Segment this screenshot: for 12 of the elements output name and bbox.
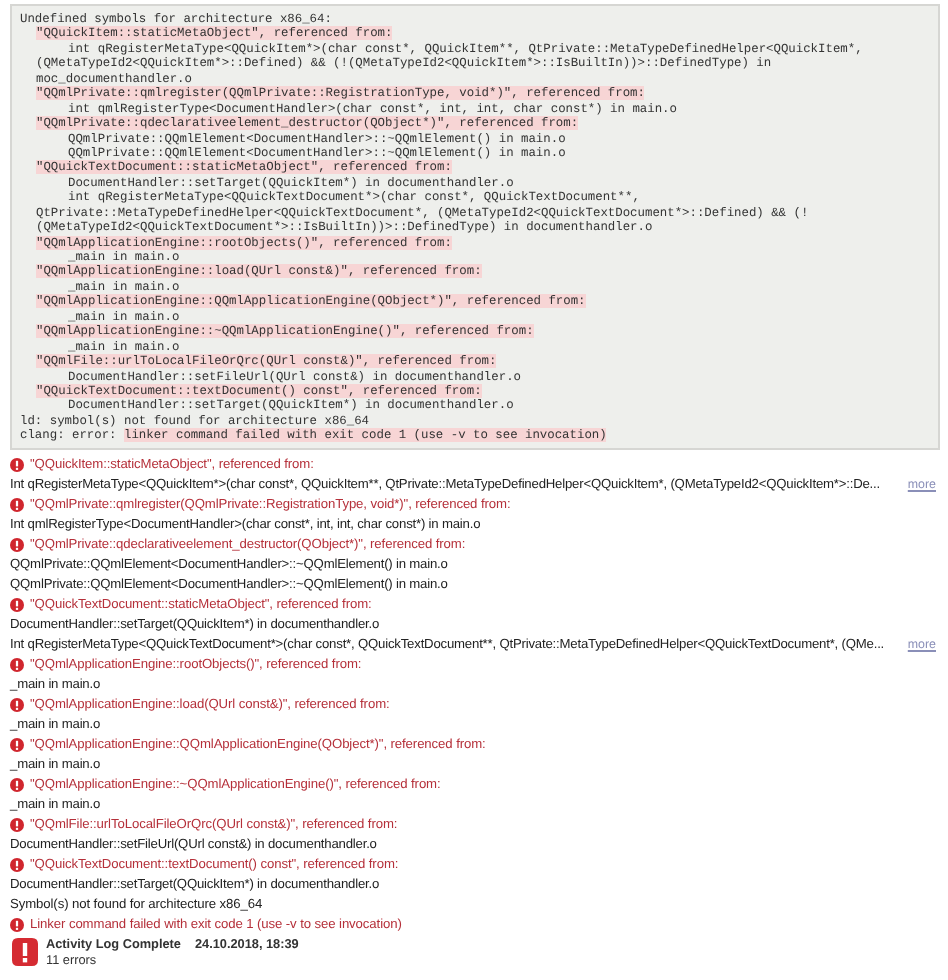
error-icon (10, 918, 24, 933)
error-icon (10, 738, 24, 753)
error-icon (10, 498, 24, 513)
error-icon (10, 698, 24, 713)
error-icon (10, 778, 24, 793)
error-icon (12, 937, 38, 972)
error-icon (10, 458, 24, 473)
error-icon (10, 818, 24, 833)
error-icon (10, 598, 24, 613)
error-icon (10, 538, 24, 553)
error-icon (10, 858, 24, 873)
error-icon (10, 658, 24, 673)
